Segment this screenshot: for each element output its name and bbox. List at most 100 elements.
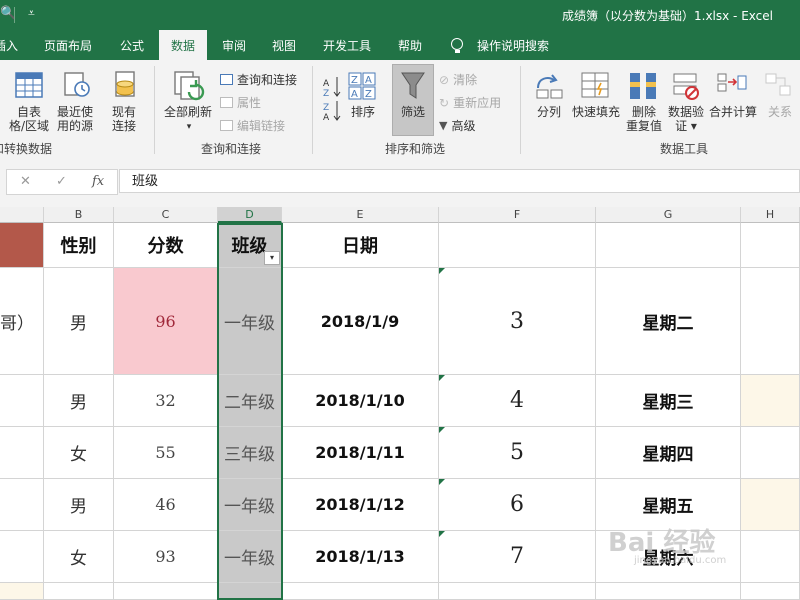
sort-az-icon[interactable]: A Z Z A — [322, 74, 344, 122]
column-header-g[interactable]: G — [596, 207, 741, 223]
table-cell-score[interactable]: 93 — [114, 531, 218, 583]
column-header-e[interactable]: E — [282, 207, 439, 223]
header-cell-g[interactable] — [596, 223, 741, 268]
reapply-button[interactable]: ↻ 重新应用 — [439, 94, 501, 111]
table-cell-h[interactable] — [741, 375, 800, 427]
edit-links-button[interactable]: 编辑链接 — [220, 117, 285, 134]
table-cell-class[interactable]: 一年级 — [218, 479, 282, 531]
properties-button[interactable]: 属性 — [220, 94, 261, 111]
table-cell-class[interactable]: 二年级 — [218, 375, 282, 427]
table-cell-number[interactable]: 7 — [439, 531, 596, 583]
flash-fill-button[interactable]: 快速填充 — [570, 105, 622, 119]
column-header-d[interactable]: D — [218, 207, 282, 223]
table-cell-class[interactable] — [218, 583, 282, 600]
consolidate-button[interactable]: 合并计算 — [706, 105, 760, 119]
table-cell-date[interactable]: 2018/1/10 — [282, 375, 439, 427]
table-cell-date[interactable]: 2018/1/12 — [282, 479, 439, 531]
table-cell-date[interactable]: 2018/1/9 — [282, 268, 439, 375]
advanced-filter-button[interactable]: ▼ 高级 — [439, 117, 475, 134]
table-cell-class[interactable]: 一年级 — [218, 531, 282, 583]
queries-connections-button[interactable]: 查询和连接 — [220, 71, 297, 88]
insert-function-icon[interactable]: fx — [92, 174, 104, 189]
lightbulb-icon[interactable] — [451, 38, 463, 53]
error-indicator-icon[interactable] — [439, 375, 445, 381]
tab-help[interactable]: 帮助 — [398, 30, 422, 60]
tab-data[interactable]: 数据 — [159, 30, 208, 60]
column-header-b[interactable]: B — [44, 207, 114, 223]
formula-input[interactable]: 班级 — [119, 169, 800, 193]
table-cell-number[interactable]: 6 — [439, 479, 596, 531]
table-cell-gender[interactable]: 女 — [44, 427, 114, 479]
from-table-button[interactable]: 自表 格/区域 — [4, 105, 54, 133]
table-cell-name[interactable] — [0, 479, 44, 531]
tab-formulas[interactable]: 公式 — [120, 30, 144, 60]
refresh-dropdown-icon[interactable]: ▾ — [182, 120, 196, 134]
header-cell-score[interactable]: 分数 — [114, 223, 218, 268]
error-indicator-icon[interactable] — [439, 427, 445, 433]
table-cell-h[interactable] — [741, 427, 800, 479]
table-cell-name[interactable] — [0, 583, 44, 600]
table-cell-number[interactable]: 4 — [439, 375, 596, 427]
table-cell-score[interactable]: 46 — [114, 479, 218, 531]
header-cell-a[interactable] — [0, 223, 44, 268]
table-cell-date[interactable]: 2018/1/11 — [282, 427, 439, 479]
tab-page-layout[interactable]: 页面布局 — [44, 30, 92, 60]
remove-duplicates-button[interactable]: 删除 重复值 — [622, 105, 666, 133]
table-cell-h[interactable] — [741, 479, 800, 531]
table-cell-weekday[interactable]: 星期四 — [596, 427, 741, 479]
table-cell-number[interactable] — [439, 583, 596, 600]
table-cell-gender[interactable]: 男 — [44, 375, 114, 427]
table-cell-weekday[interactable] — [596, 583, 741, 600]
column-header-h[interactable]: H — [741, 207, 800, 223]
table-cell-score[interactable]: 55 — [114, 427, 218, 479]
table-cell-score[interactable]: 96 — [114, 268, 218, 375]
table-cell-name[interactable] — [0, 531, 44, 583]
table-cell-date[interactable]: 2018/1/13 — [282, 531, 439, 583]
header-cell-f[interactable] — [439, 223, 596, 268]
table-cell-gender[interactable]: 女 — [44, 531, 114, 583]
clear-filter-button[interactable]: ⊘ 清除 — [439, 71, 477, 88]
table-cell-date[interactable] — [282, 583, 439, 600]
enter-icon[interactable]: ✓ — [56, 174, 67, 189]
table-cell-class[interactable]: 三年级 — [218, 427, 282, 479]
table-cell-gender[interactable] — [44, 583, 114, 600]
table-cell-gender[interactable]: 男 — [44, 479, 114, 531]
qat-customize-icon[interactable]: ⩡ — [28, 6, 35, 21]
error-indicator-icon[interactable] — [439, 479, 445, 485]
column-header-f[interactable]: F — [439, 207, 596, 223]
header-cell-gender[interactable]: 性别 — [44, 223, 114, 268]
recent-sources-button[interactable]: 最近使 用的源 — [52, 105, 98, 133]
tab-view[interactable]: 视图 — [272, 30, 296, 60]
tab-developer[interactable]: 开发工具 — [323, 30, 371, 60]
cancel-icon[interactable]: ✕ — [20, 174, 31, 189]
tell-me-search[interactable]: 操作说明搜索 — [477, 30, 549, 60]
table-cell-name[interactable]: 哥） — [0, 268, 44, 375]
existing-connections-button[interactable]: 现有 连接 — [104, 105, 144, 133]
table-cell-number[interactable]: 5 — [439, 427, 596, 479]
table-cell-h[interactable] — [741, 531, 800, 583]
table-cell-name[interactable] — [0, 427, 44, 479]
table-cell-gender[interactable]: 男 — [44, 268, 114, 375]
error-indicator-icon[interactable] — [439, 531, 445, 537]
table-cell-name[interactable] — [0, 375, 44, 427]
table-cell-weekday[interactable]: 星期二 — [596, 268, 741, 375]
table-cell-score[interactable] — [114, 583, 218, 600]
tab-insert[interactable]: 插入 — [0, 30, 18, 60]
column-header-a[interactable] — [0, 207, 44, 223]
text-to-columns-button[interactable]: 分列 — [532, 105, 566, 119]
data-validation-button[interactable]: 数据验 证 ▾ — [664, 105, 708, 133]
filter-dropdown-button[interactable]: ▾ — [264, 251, 280, 265]
table-cell-h[interactable] — [741, 268, 800, 375]
table-cell-h[interactable] — [741, 583, 800, 600]
relationships-button[interactable]: 关系 — [762, 105, 798, 119]
filter-button[interactable]: 筛选 — [392, 64, 434, 136]
header-cell-h[interactable] — [741, 223, 800, 268]
tab-review[interactable]: 审阅 — [222, 30, 246, 60]
table-cell-score[interactable]: 32 — [114, 375, 218, 427]
error-indicator-icon[interactable] — [439, 268, 445, 274]
table-cell-weekday[interactable]: 星期三 — [596, 375, 741, 427]
sort-button[interactable]: 排序 — [346, 105, 380, 119]
table-cell-class[interactable]: 一年级 — [218, 268, 282, 375]
column-header-c[interactable]: C — [114, 207, 218, 223]
table-cell-number[interactable]: 3 — [439, 268, 596, 375]
